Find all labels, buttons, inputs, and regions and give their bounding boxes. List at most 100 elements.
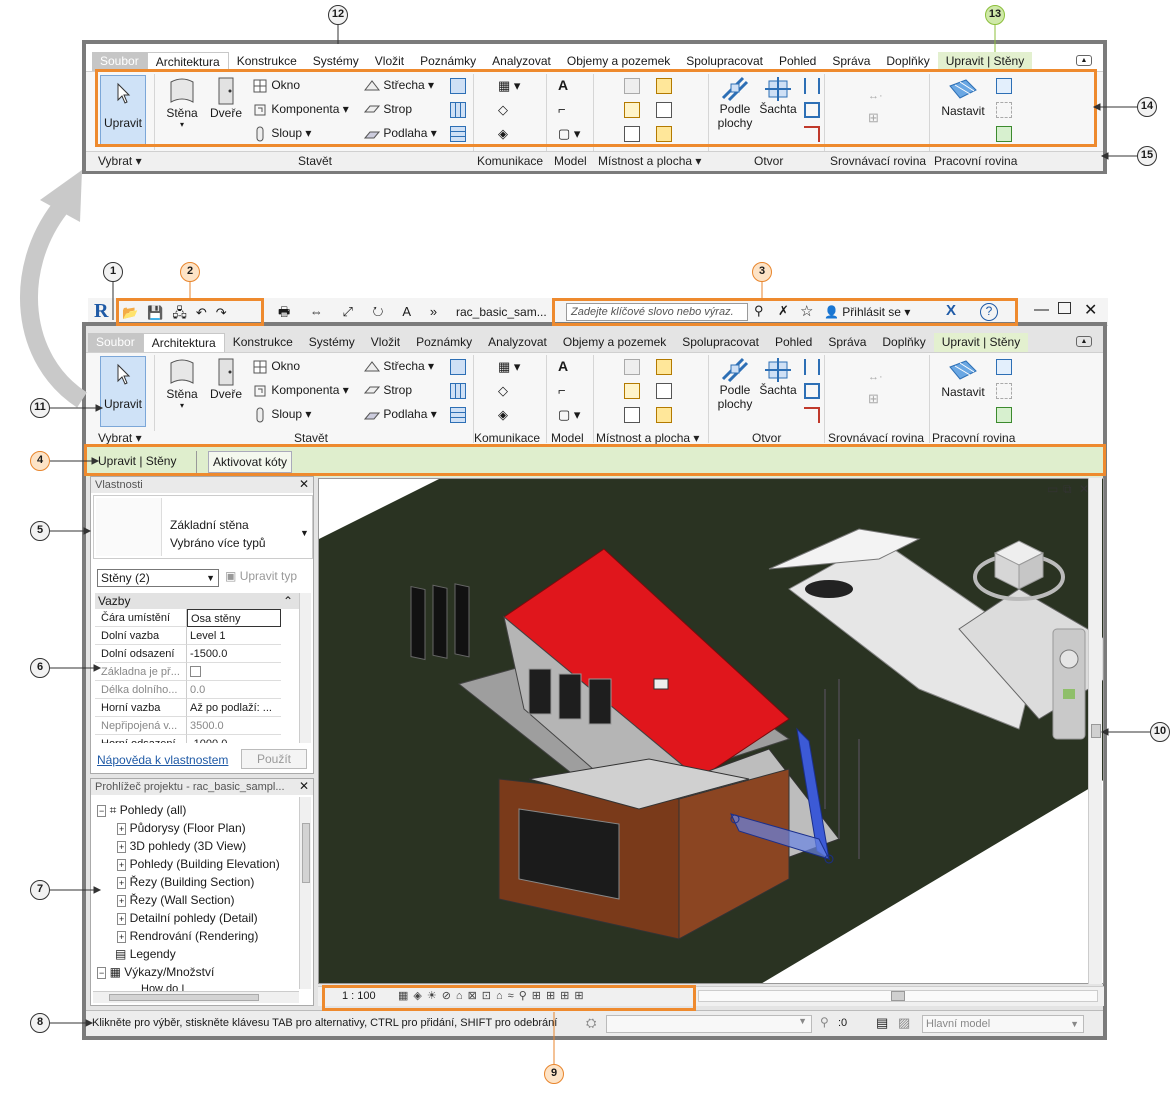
tree-item[interactable]: + Řezy (Building Section) (117, 875, 254, 889)
workset-dropdown[interactable]: ▼ (606, 1015, 812, 1033)
upravit-button[interactable]: Upravit (100, 75, 146, 146)
curtain-system-icon[interactable] (450, 78, 466, 94)
window-maximize-icon[interactable] (1058, 302, 1071, 314)
tab-upravit-steny[interactable]: Upravit | Stěny (933, 333, 1029, 352)
view-h-scrollbar[interactable] (698, 990, 1098, 1002)
stena-button[interactable]: Stěna ▾ (162, 357, 202, 425)
tree-item-vykazy[interactable]: − ▦ Výkazy/Množství (97, 965, 214, 979)
podle-plochy-button[interactable]: Podle plochy (716, 357, 754, 427)
prop-row[interactable]: Základna je př... (95, 663, 281, 681)
3d-model-view[interactable]: ▭ ⧉ ✕ (319, 479, 1104, 984)
sloup-button[interactable]: Sloup ▾ (252, 126, 311, 142)
ramp-icon[interactable]: ◇ (498, 102, 508, 118)
komponenta-button[interactable]: Komponenta ▾ (252, 383, 349, 399)
tab-poznamky[interactable]: Poznámky (412, 52, 484, 71)
room-icon[interactable] (624, 359, 640, 375)
sachta-button[interactable]: Šachta (758, 76, 798, 132)
mullion-icon[interactable] (450, 126, 466, 142)
prop-row[interactable]: Dolní odsazení -1500.0 (95, 645, 281, 663)
prop-row[interactable]: Nepřipojená v... 3500.0 (95, 717, 281, 735)
strecha-button[interactable]: Střecha ▾ (364, 78, 434, 94)
tab-upravit-steny[interactable]: Upravit | Stěny (937, 52, 1033, 71)
podlaha-button[interactable]: Podlaha ▾ (364, 126, 437, 142)
tree-item[interactable]: + Půdorysy (Floor Plan) (117, 821, 246, 835)
view-minimize-icon[interactable] (1044, 481, 1054, 491)
window-close-icon[interactable]: ✕ (1084, 300, 1097, 320)
sachta-button[interactable]: Šachta (758, 357, 798, 413)
viewer-icon[interactable] (996, 407, 1012, 423)
upravit-button[interactable]: Upravit (100, 356, 146, 427)
tab-konstrukce[interactable]: Konstrukce (225, 333, 301, 352)
checkbox-icon[interactable] (190, 666, 201, 677)
model-text-icon[interactable]: A (558, 77, 568, 93)
grid-icon[interactable]: ⊞ (868, 391, 879, 407)
prop-row[interactable]: Horní vazba Až po podlaží: ... (95, 699, 281, 717)
exchange-x-icon[interactable]: X (946, 302, 956, 319)
tab-vlozit[interactable]: Vložit (367, 52, 412, 71)
tree-item[interactable]: + Pohledy (Building Elevation) (117, 857, 280, 871)
browser-h-scrollbar[interactable] (93, 991, 299, 1003)
help-icon[interactable]: ? (980, 303, 998, 321)
tab-systemy[interactable]: Systémy (305, 52, 367, 71)
mullion-icon[interactable] (450, 407, 466, 423)
tab-architektura[interactable]: Architektura (142, 333, 225, 352)
tree-item[interactable]: + Detailní pohledy (Detail) (117, 911, 258, 925)
tree-item-legendy[interactable]: ▤ Legendy (115, 947, 176, 961)
design-option-dropdown[interactable]: Hlavní model ▼ (922, 1015, 1084, 1033)
model-line-icon[interactable]: ⌐ (558, 102, 566, 117)
railing-icon[interactable]: ▦ ▾ (498, 78, 520, 94)
prop-row[interactable]: Dolní vazba Level 1 (95, 627, 281, 645)
room-icon[interactable] (624, 78, 640, 94)
dormer-opening-icon[interactable] (804, 126, 820, 142)
nastavit-button[interactable]: Nastavit (938, 76, 988, 132)
tab-systemy[interactable]: Systémy (301, 333, 363, 352)
view-control-icons[interactable]: ▦◈☀⊘⌂⊠⊡⌂≈⚲⊞⊞⊞⊞ (398, 989, 589, 1002)
curtain-grid-icon[interactable] (450, 383, 466, 399)
tab-objemy[interactable]: Objemy a pozemek (559, 52, 678, 71)
browser-close-icon[interactable]: ✕ (299, 779, 309, 793)
komponenta-button[interactable]: Komponenta ▾ (252, 102, 349, 118)
strecha-button[interactable]: Střecha ▾ (364, 359, 434, 375)
strop-button[interactable]: Strop (364, 102, 412, 118)
drawing-area[interactable]: ▭ ⧉ ✕ (318, 478, 1104, 984)
search-binoculars-icon[interactable]: ⚲ (754, 303, 764, 319)
area-tag-icon[interactable] (656, 126, 672, 142)
panel-mistnost[interactable]: Místnost a plocha ▾ (596, 431, 699, 445)
curtain-system-icon[interactable] (450, 359, 466, 375)
panel-vybrat[interactable]: Vybrat ▾ (98, 154, 142, 168)
apply-button[interactable]: Použít (241, 749, 307, 769)
panel-mistnost[interactable]: Místnost a plocha ▾ (598, 154, 701, 168)
signin-button[interactable]: 👤 Přihlásit se ▾ (824, 305, 910, 319)
viewer-icon[interactable] (996, 126, 1012, 142)
level-icon[interactable]: ↔· (868, 90, 883, 102)
navigation-bar[interactable] (1052, 628, 1086, 740)
stena-button[interactable]: Stěna ▾ (162, 76, 202, 144)
model-group-icon[interactable]: ▢ ▾ (558, 407, 580, 423)
tree-item[interactable]: + Řezy (Wall Section) (117, 893, 235, 907)
design-options-icon[interactable]: ▤ (876, 1015, 888, 1031)
tab-doplnky[interactable]: Doplňky (878, 52, 937, 71)
sloup-button[interactable]: Sloup ▾ (252, 407, 311, 423)
view-v-scrollbar[interactable] (1088, 478, 1102, 984)
show-workplane-icon[interactable] (996, 78, 1012, 94)
tree-item[interactable]: How do I (141, 983, 184, 991)
tab-analyzovat[interactable]: Analyzovat (484, 52, 559, 71)
tab-poznamky[interactable]: Poznámky (408, 333, 480, 352)
show-workplane-icon[interactable] (996, 359, 1012, 375)
nastavit-button[interactable]: Nastavit (938, 357, 988, 413)
strop-button[interactable]: Strop (364, 383, 412, 399)
area-boundary-icon[interactable] (656, 102, 672, 118)
tab-objemy[interactable]: Objemy a pozemek (555, 333, 674, 352)
prop-row[interactable]: Horní odsazení-1000.0 (95, 735, 281, 743)
curtain-grid-icon[interactable] (450, 102, 466, 118)
tab-vlozit[interactable]: Vložit (363, 333, 408, 352)
area-icon[interactable] (624, 407, 640, 423)
tab-pohled[interactable]: Pohled (767, 333, 820, 352)
scale-button[interactable]: 1 : 100 (342, 990, 376, 1002)
type-selector[interactable]: Základní stěna Vybráno více typů ▼ (93, 495, 313, 559)
podle-plochy-button[interactable]: Podle plochy (716, 76, 754, 146)
wall-opening-icon[interactable] (804, 78, 820, 94)
prop-row[interactable]: Čára umístění Osa stěny (95, 609, 281, 627)
minimize-ribbon-icon[interactable]: ▲ (1076, 336, 1092, 347)
browser-v-scrollbar[interactable] (299, 797, 311, 989)
